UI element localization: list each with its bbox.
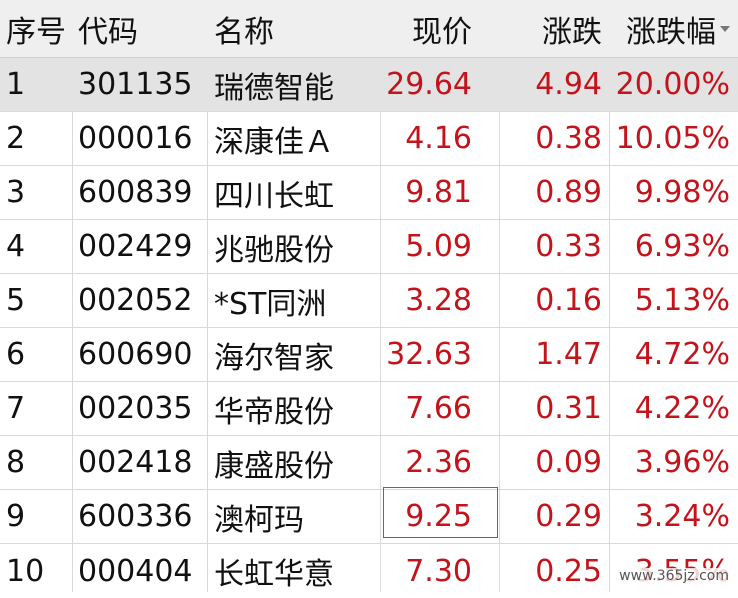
row-name: 澳柯玛 — [214, 502, 304, 538]
row-seq: 8 — [6, 445, 26, 480]
row-pct: 5.13% — [634, 283, 730, 318]
row-seq: 6 — [6, 337, 26, 372]
row-name: 康盛股份 — [214, 448, 334, 484]
row-name: 兆驰股份 — [214, 232, 334, 268]
table-row[interactable]: 5 002052 *ST同洲 3.28 0.16 5.13% — [0, 274, 738, 328]
header-change[interactable]: 涨跌 — [500, 0, 608, 57]
row-price: 32.63 — [386, 337, 472, 372]
row-price: 29.64 — [386, 67, 472, 102]
table-row[interactable]: 8 002418 康盛股份 2.36 0.09 3.96% — [0, 436, 738, 490]
row-seq: 7 — [6, 391, 26, 426]
row-code: 002429 — [78, 229, 193, 264]
focused-cell-outline — [383, 487, 498, 538]
row-change: 0.29 — [535, 499, 602, 534]
row-change: 0.16 — [535, 283, 602, 318]
row-code: 002035 — [78, 391, 193, 426]
row-name: *ST同洲 — [214, 286, 327, 322]
row-price: 7.66 — [405, 391, 472, 426]
row-name: 长虹华意 — [214, 557, 334, 592]
row-price: 7.30 — [405, 553, 472, 589]
row-name: 海尔智家 — [214, 340, 334, 376]
header-name[interactable]: 名称 — [214, 0, 380, 57]
row-pct: 6.93% — [634, 229, 730, 264]
table-row[interactable]: 4 002429 兆驰股份 5.09 0.33 6.93% — [0, 220, 738, 274]
watermark: www.365jz.com — [616, 568, 732, 584]
header-price[interactable]: 现价 — [382, 0, 498, 57]
row-name: 四川长虹 — [214, 178, 334, 214]
row-seq: 3 — [6, 175, 26, 210]
table-row[interactable]: 2 000016 深康佳Ａ 4.16 0.38 10.05% — [0, 112, 738, 166]
sort-desc-icon[interactable] — [720, 26, 730, 32]
table-row[interactable]: 3 600839 四川长虹 9.81 0.89 9.98% — [0, 166, 738, 220]
header-code[interactable]: 代码 — [78, 0, 208, 57]
row-seq: 2 — [6, 121, 26, 156]
row-seq: 9 — [6, 499, 26, 534]
row-change: 0.31 — [535, 391, 602, 426]
row-code: 002052 — [78, 283, 193, 318]
row-price: 2.36 — [405, 445, 472, 480]
row-change: 0.38 — [535, 121, 602, 156]
row-name: 华帝股份 — [214, 394, 334, 430]
table-row[interactable]: 6 600690 海尔智家 32.63 1.47 4.72% — [0, 328, 738, 382]
row-change: 0.33 — [535, 229, 602, 264]
row-seq: 5 — [6, 283, 26, 318]
row-change: 1.47 — [535, 337, 602, 372]
table-row[interactable]: 7 002035 华帝股份 7.66 0.31 4.22% — [0, 382, 738, 436]
row-price: 5.09 — [405, 229, 472, 264]
header-pct-label: 涨跌幅 — [626, 14, 716, 50]
row-code: 600839 — [78, 175, 193, 210]
header-seq[interactable]: 序号 — [6, 0, 72, 57]
header-pct[interactable]: 涨跌幅 — [610, 0, 738, 57]
row-price: 3.28 — [405, 283, 472, 318]
row-code: 600690 — [78, 337, 193, 372]
row-name: 瑞德智能 — [214, 70, 334, 106]
row-seq: 4 — [6, 229, 26, 264]
row-change: 0.09 — [535, 445, 602, 480]
row-pct: 4.22% — [634, 391, 730, 426]
row-code: 000016 — [78, 121, 193, 156]
row-code: 301135 — [78, 67, 193, 102]
table-row[interactable]: 9 600336 澳柯玛 9.25 0.29 3.24% — [0, 490, 738, 544]
row-pct: 3.24% — [634, 499, 730, 534]
row-price: 9.81 — [405, 175, 472, 210]
row-pct: 3.96% — [634, 445, 730, 480]
table-header: 序号 代码 名称 现价 涨跌 涨跌幅 — [0, 0, 738, 58]
row-price: 4.16 — [405, 121, 472, 156]
row-code: 002418 — [78, 445, 193, 480]
row-seq: 1 — [6, 67, 26, 102]
stock-table: 序号 代码 名称 现价 涨跌 涨跌幅 1 301135 瑞德智能 29.64 4… — [0, 0, 738, 592]
row-change: 4.94 — [535, 67, 602, 102]
row-change: 0.89 — [535, 175, 602, 210]
row-code: 000404 — [78, 553, 193, 589]
row-pct: 10.05% — [615, 121, 730, 156]
row-change: 0.25 — [535, 553, 602, 589]
row-code: 600336 — [78, 499, 193, 534]
row-pct: 4.72% — [634, 337, 730, 372]
table-row[interactable]: 1 301135 瑞德智能 29.64 4.94 20.00% — [0, 58, 738, 112]
row-name: 深康佳Ａ — [214, 124, 334, 160]
row-pct: 9.98% — [634, 175, 730, 210]
row-pct: 20.00% — [615, 67, 730, 102]
row-seq: 10 — [6, 553, 45, 589]
